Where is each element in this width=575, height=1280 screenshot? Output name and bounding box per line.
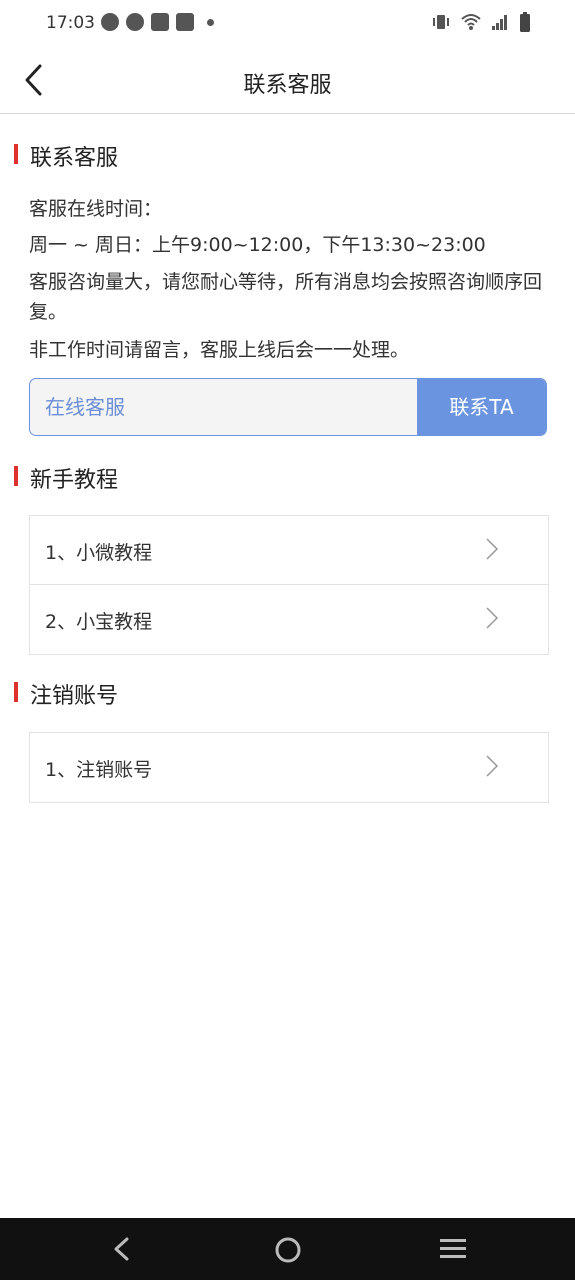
nav-bar: 联系客服 [0, 48, 575, 114]
service-notice: 客服咨询量大，请您耐心等待，所有消息均会按照咨询顺序回复。 [29, 271, 543, 323]
status-time: 17:03 [46, 13, 95, 33]
list-item-label: 1、小微教程 [45, 542, 153, 564]
cancel-account-list: 1、注销账号 [29, 732, 549, 803]
system-home-icon[interactable] [274, 1236, 302, 1264]
page-title: 联系客服 [243, 73, 332, 98]
contact-box: 联系TA [29, 378, 547, 436]
list-item-cancel-account[interactable]: 1、注销账号 [30, 733, 548, 802]
battery-icon [520, 12, 530, 32]
section-header-cancel-account: 注销账号 [0, 680, 575, 710]
message-icon [101, 13, 119, 31]
status-bar: 17:03 [0, 0, 575, 48]
shopping-bag-icon [176, 13, 194, 31]
notification-icons [101, 13, 214, 31]
tutorial-list: 1、小微教程 2、小宝教程 [29, 515, 549, 655]
section-accent-bar [14, 466, 18, 486]
list-item-xiaowei-tutorial[interactable]: 1、小微教程 [30, 516, 548, 585]
chevron-right-icon [486, 538, 499, 560]
section-title: 联系客服 [30, 146, 119, 171]
list-item-label: 2、小宝教程 [45, 611, 153, 633]
shopping-bag-icon [151, 13, 169, 31]
chevron-right-icon [486, 755, 499, 777]
wifi-icon [461, 14, 481, 30]
signal-icon [492, 15, 507, 30]
service-hours-value: 周一 ~ 周日：上午9:00~12:00，下午13:30~23:00 [29, 234, 486, 256]
system-recents-icon[interactable] [439, 1236, 467, 1262]
list-item-xiaobao-tutorial[interactable]: 2、小宝教程 [30, 585, 548, 654]
list-item-label: 1、注销账号 [45, 759, 153, 781]
offline-notice: 非工作时间请留言，客服上线后会一一处理。 [29, 339, 410, 361]
section-accent-bar [14, 682, 18, 702]
gauge-icon [126, 13, 144, 31]
service-hours-label: 客服在线时间： [29, 198, 163, 220]
system-navigation-bar [0, 1218, 575, 1280]
contact-ta-button[interactable]: 联系TA [417, 379, 546, 435]
section-title: 注销账号 [30, 684, 119, 709]
more-notifications-icon [207, 18, 214, 26]
online-service-input[interactable] [30, 379, 418, 435]
section-accent-bar [14, 144, 18, 164]
system-icons [431, 12, 531, 32]
vibrate-icon [433, 15, 449, 29]
section-title: 新手教程 [30, 468, 119, 493]
section-header-tutorial: 新手教程 [0, 464, 575, 494]
system-back-icon[interactable] [110, 1236, 134, 1262]
chevron-right-icon [486, 607, 499, 629]
section-header-contact: 联系客服 [0, 142, 575, 172]
